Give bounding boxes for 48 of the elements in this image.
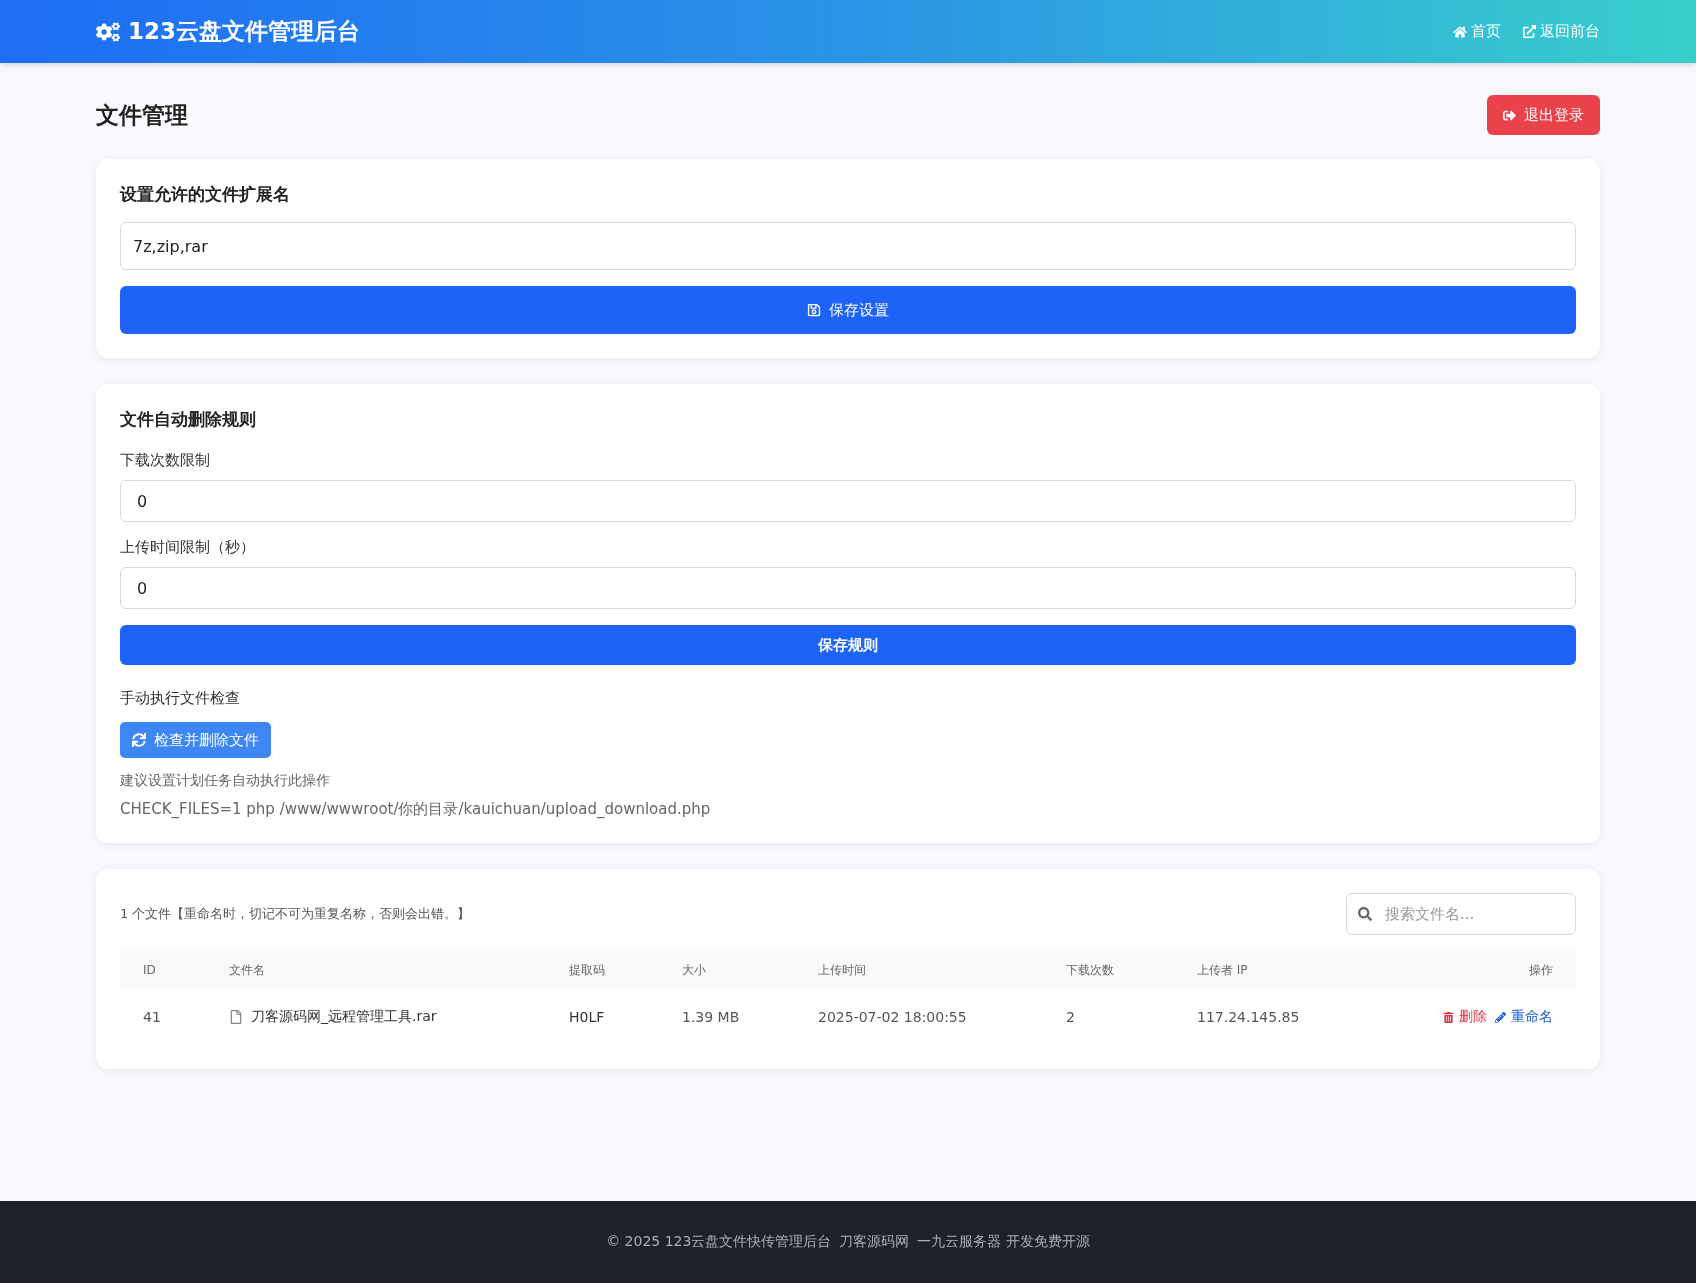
hint-text: 建议设置计划任务自动执行此操作 (120, 772, 331, 790)
command-text: CHECK_FILES=1 php /www/wwwroot/你的目录/kauichuan/upload_download.php (120, 800, 712, 819)
section-title: 文件自动删除规则 (120, 408, 257, 431)
extensions-field[interactable]: 7z,zip,rar (120, 222, 1576, 270)
footer-text: 一九云服务器 开发免费开源 (917, 1233, 1090, 1251)
trash-icon (1443, 1011, 1454, 1023)
footer-text: © 2025 123云盘文件快传管理后台 (606, 1233, 832, 1251)
field-label: 上传时间限制（秒） (120, 538, 256, 557)
delete-link[interactable]: 删除 (1443, 1008, 1487, 1026)
page-title: 文件管理 (96, 100, 188, 130)
field-label: 手动执行文件检查 (120, 689, 241, 708)
table-cell-text: 2 (1066, 1009, 1076, 1025)
section-title: 设置允许的文件扩展名 (120, 183, 291, 206)
column-header: 大小 (682, 961, 707, 979)
file-icon (229, 1010, 243, 1024)
app-title: 123云盘文件管理后台 (128, 17, 360, 46)
field-label: 下载次数限制 (120, 451, 211, 470)
pencil-icon (1495, 1011, 1506, 1023)
column-header: 操作 (1528, 961, 1553, 979)
column-header: 下载次数 (1066, 961, 1115, 979)
search-icon (1358, 907, 1372, 921)
refresh-icon (132, 733, 146, 747)
table-cell-text: 117.24.145.85 (1197, 1009, 1301, 1025)
save-settings-button[interactable]: 保存设置 (120, 286, 1576, 334)
input-field[interactable]: 0 (120, 567, 1576, 609)
column-header: 文件名 (229, 961, 266, 979)
footer-text: 刀客源码网 (839, 1233, 910, 1251)
table-cell-text: H0LF (569, 1009, 606, 1025)
external-link-icon (1523, 25, 1536, 38)
column-header: 上传时间 (818, 961, 867, 979)
gears-icon (96, 19, 120, 44)
column-header: 提取码 (569, 961, 606, 979)
table-cell-text: 41 (143, 1009, 162, 1025)
search-field[interactable]: 搜索文件名... (1346, 893, 1576, 935)
input-field[interactable]: 0 (120, 480, 1576, 522)
save-icon (807, 303, 821, 317)
column-header: ID (143, 963, 157, 977)
rename-link[interactable]: 重命名 (1495, 1008, 1553, 1026)
sign-out-icon (1503, 108, 1516, 122)
column-header: 上传者 IP (1197, 961, 1249, 979)
file-summary: 1 个文件【重命名时，切记不可为重复名称，否则会出错。】 (120, 905, 471, 923)
save-rules-button[interactable]: 保存规则 (120, 625, 1576, 665)
check-delete-button[interactable]: 检查并删除文件 (120, 722, 271, 758)
table-cell: 刀客源码网_远程管理工具.rar (251, 1008, 437, 1026)
home-icon (1453, 24, 1467, 39)
table-cell-text: 1.39 MB (682, 1009, 741, 1025)
logout-button[interactable]: 退出登录 (1487, 95, 1600, 135)
table-cell-text: 2025-07-02 18:00:55 (818, 1009, 968, 1025)
